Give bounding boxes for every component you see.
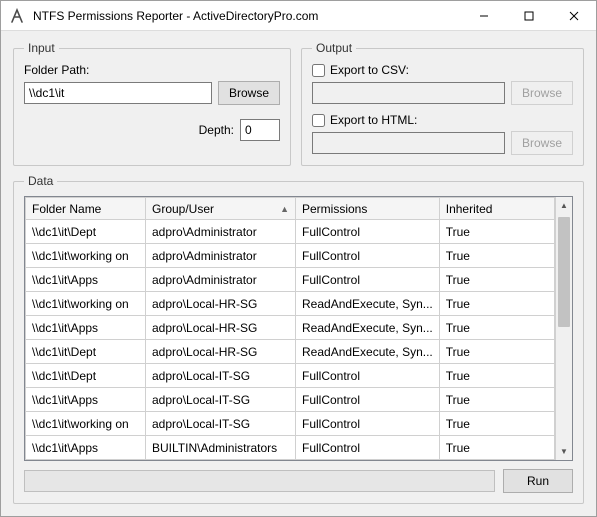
cell-perm: FullControl (296, 364, 440, 388)
minimize-button[interactable] (461, 1, 506, 31)
data-grid[interactable]: Folder Name Group/User ▲ Permissions Inh… (24, 196, 573, 461)
export-html-label: Export to HTML: (330, 113, 417, 127)
vertical-scrollbar[interactable]: ▲ ▼ (555, 197, 572, 460)
table-row[interactable]: \\dc1\it\working onadpro\Local-HR-SGRead… (26, 292, 555, 316)
export-csv-check[interactable] (312, 64, 325, 77)
cell-inh: True (439, 316, 554, 340)
browse-input-button[interactable]: Browse (218, 81, 280, 105)
app-icon (9, 8, 25, 24)
close-button[interactable] (551, 1, 596, 31)
scroll-down-icon[interactable]: ▼ (556, 443, 572, 460)
cell-folder: \\dc1\it\working on (26, 244, 146, 268)
cell-user: adpro\Administrator (146, 268, 296, 292)
depth-input[interactable] (240, 119, 280, 141)
cell-inh: True (439, 436, 554, 460)
output-legend: Output (312, 41, 356, 55)
header-row: Folder Name Group/User ▲ Permissions Inh… (26, 198, 555, 220)
cell-perm: FullControl (296, 436, 440, 460)
cell-inh: True (439, 268, 554, 292)
output-group: Output Export to CSV: Browse Export to H… (301, 41, 584, 166)
table-row[interactable]: \\dc1\it\working onadpro\Local-IT-SGFull… (26, 412, 555, 436)
folder-path-label: Folder Path: (24, 63, 280, 77)
cell-inh: True (439, 412, 554, 436)
cell-perm: FullControl (296, 388, 440, 412)
cell-folder: \\dc1\it\Apps (26, 388, 146, 412)
cell-perm: FullControl (296, 244, 440, 268)
cell-user: BUILTIN\Administrators (146, 436, 296, 460)
cell-perm: FullControl (296, 220, 440, 244)
cell-user: adpro\Local-HR-SG (146, 316, 296, 340)
data-group: Data Folder Name Group/User ▲ Permi (13, 174, 584, 504)
cell-folder: \\dc1\it\Apps (26, 436, 146, 460)
cell-folder: \\dc1\it\working on (26, 412, 146, 436)
input-group: Input Folder Path: Browse Depth: (13, 41, 291, 166)
html-path-input (312, 132, 505, 154)
browse-html-button: Browse (511, 131, 573, 155)
table-row[interactable]: \\dc1\it\Deptadpro\Local-IT-SGFullContro… (26, 364, 555, 388)
table-row[interactable]: \\dc1\it\Deptadpro\AdministratorFullCont… (26, 220, 555, 244)
export-html-check[interactable] (312, 114, 325, 127)
col-perm-header[interactable]: Permissions (296, 198, 440, 220)
cell-perm: ReadAndExecute, Syn... (296, 340, 440, 364)
progress-bar (24, 470, 495, 492)
csv-path-input (312, 82, 505, 104)
cell-user: adpro\Administrator (146, 220, 296, 244)
data-legend: Data (24, 174, 57, 188)
cell-folder: \\dc1\it\working on (26, 292, 146, 316)
table-row[interactable]: \\dc1\it\Deptadpro\Local-HR-SGReadAndExe… (26, 340, 555, 364)
app-window: NTFS Permissions Reporter - ActiveDirect… (0, 0, 597, 517)
export-csv-label: Export to CSV: (330, 63, 409, 77)
input-legend: Input (24, 41, 59, 55)
cell-perm: ReadAndExecute, Syn... (296, 316, 440, 340)
col-inh-header[interactable]: Inherited (439, 198, 554, 220)
export-csv-checkbox[interactable]: Export to CSV: (312, 63, 573, 77)
cell-inh: True (439, 292, 554, 316)
cell-inh: True (439, 244, 554, 268)
cell-user: adpro\Local-HR-SG (146, 292, 296, 316)
cell-user: adpro\Local-HR-SG (146, 340, 296, 364)
cell-folder: \\dc1\it\Dept (26, 364, 146, 388)
run-button[interactable]: Run (503, 469, 573, 493)
sort-asc-icon: ▲ (280, 204, 289, 214)
cell-user: adpro\Local-IT-SG (146, 388, 296, 412)
depth-label: Depth: (199, 123, 234, 137)
table-row[interactable]: \\dc1\it\Appsadpro\Local-IT-SGFullContro… (26, 388, 555, 412)
cell-inh: True (439, 340, 554, 364)
export-html-checkbox[interactable]: Export to HTML: (312, 113, 573, 127)
scroll-up-icon[interactable]: ▲ (556, 197, 572, 214)
maximize-button[interactable] (506, 1, 551, 31)
browse-csv-button: Browse (511, 81, 573, 105)
col-user-header[interactable]: Group/User ▲ (146, 198, 296, 220)
cell-perm: FullControl (296, 268, 440, 292)
cell-inh: True (439, 388, 554, 412)
cell-user: adpro\Local-IT-SG (146, 412, 296, 436)
cell-user: adpro\Local-IT-SG (146, 364, 296, 388)
cell-user: adpro\Administrator (146, 244, 296, 268)
table-row[interactable]: \\dc1\it\AppsBUILTIN\AdministratorsFullC… (26, 436, 555, 460)
scroll-thumb[interactable] (558, 217, 570, 327)
cell-perm: ReadAndExecute, Syn... (296, 292, 440, 316)
titlebar: NTFS Permissions Reporter - ActiveDirect… (1, 1, 596, 31)
client-area: Input Folder Path: Browse Depth: Output … (1, 31, 596, 516)
table-row[interactable]: \\dc1\it\working onadpro\AdministratorFu… (26, 244, 555, 268)
window-title: NTFS Permissions Reporter - ActiveDirect… (33, 9, 461, 23)
cell-folder: \\dc1\it\Dept (26, 220, 146, 244)
cell-folder: \\dc1\it\Apps (26, 316, 146, 340)
cell-perm: FullControl (296, 412, 440, 436)
cell-inh: True (439, 220, 554, 244)
cell-inh: True (439, 364, 554, 388)
table-row[interactable]: \\dc1\it\Appsadpro\Local-HR-SGReadAndExe… (26, 316, 555, 340)
col-folder-header[interactable]: Folder Name (26, 198, 146, 220)
cell-folder: \\dc1\it\Apps (26, 268, 146, 292)
cell-folder: \\dc1\it\Dept (26, 340, 146, 364)
folder-path-input[interactable] (24, 82, 212, 104)
table-row[interactable]: \\dc1\it\Appsadpro\AdministratorFullCont… (26, 268, 555, 292)
